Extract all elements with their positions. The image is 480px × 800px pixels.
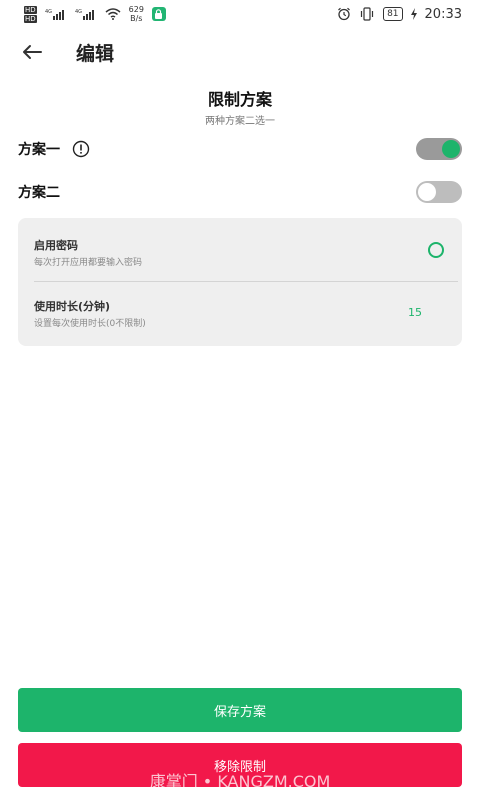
plan-1-label-group: 方案一	[18, 139, 90, 159]
plan-1-label: 方案一	[18, 142, 60, 158]
plan-1-toggle-knob	[442, 140, 460, 158]
plan-row-2: 方案二	[18, 177, 462, 207]
battery-indicator: 81	[383, 7, 403, 21]
password-setting-title: 启用密码	[34, 239, 78, 252]
plan-row-1: 方案一	[18, 134, 462, 164]
duration-value[interactable]: 15	[408, 306, 422, 319]
duration-setting-title: 使用时长(分钟)	[34, 300, 111, 313]
section-title: 限制方案	[207, 90, 272, 109]
status-bar: HD HD 4G 4G 629 B/s 81 20:33	[0, 0, 480, 28]
status-right: 81 20:33	[337, 7, 462, 22]
password-setting-desc: 每次打开应用都要输入密码	[34, 258, 143, 268]
svg-text:4G: 4G	[45, 9, 52, 15]
status-left: HD HD 4G 4G 629 B/s	[24, 5, 166, 23]
plan-2-toggle[interactable]	[416, 181, 462, 203]
signal-icon-1: 4G	[45, 9, 64, 20]
alarm-icon	[338, 7, 350, 21]
hd-badge-2: HD	[24, 14, 37, 23]
clock-time: 20:33	[424, 6, 462, 22]
plan-settings-card: 启用密码 每次打开应用都要输入密码 使用时长(分钟) 设置每次使用时长(0不限制…	[18, 218, 462, 346]
plan-2-toggle-knob	[418, 183, 436, 201]
app-lock-icon	[151, 7, 166, 21]
wifi-icon	[105, 8, 121, 20]
back-button[interactable]	[12, 32, 52, 72]
plan-2-label-group: 方案二	[18, 182, 60, 202]
vibrate-icon	[360, 7, 374, 21]
section-subtitle: 两种方案二选一	[205, 116, 275, 127]
svg-text:4G: 4G	[75, 9, 82, 15]
save-plan-button[interactable]: 保存方案	[18, 688, 462, 732]
net-speed: 629 B/s	[129, 5, 144, 23]
net-speed-unit: B/s	[130, 14, 143, 23]
page-header-title: 编辑	[76, 42, 115, 65]
net-speed-value: 629	[128, 5, 144, 14]
hd-indicators: HD HD	[24, 5, 37, 23]
remove-restriction-button[interactable]: 移除限制	[18, 743, 462, 787]
info-icon[interactable]	[72, 140, 90, 158]
app-header: 编辑	[0, 32, 480, 72]
plan-2-label: 方案二	[18, 185, 60, 201]
arrow-left-icon	[23, 45, 42, 59]
signal-icon-2: 4G	[75, 9, 94, 20]
password-radio[interactable]	[428, 242, 444, 258]
plan-1-toggle[interactable]	[416, 138, 462, 160]
password-setting-row[interactable]: 启用密码 每次打开应用都要输入密码	[18, 218, 462, 278]
section-title-block: 限制方案 两种方案二选一	[0, 86, 480, 127]
charging-icon	[410, 8, 417, 20]
hd-badge-1: HD	[24, 5, 37, 14]
duration-setting-desc: 设置每次使用时长(0不限制)	[34, 319, 146, 329]
duration-setting-row[interactable]: 使用时长(分钟) 设置每次使用时长(0不限制) 15	[18, 282, 462, 342]
